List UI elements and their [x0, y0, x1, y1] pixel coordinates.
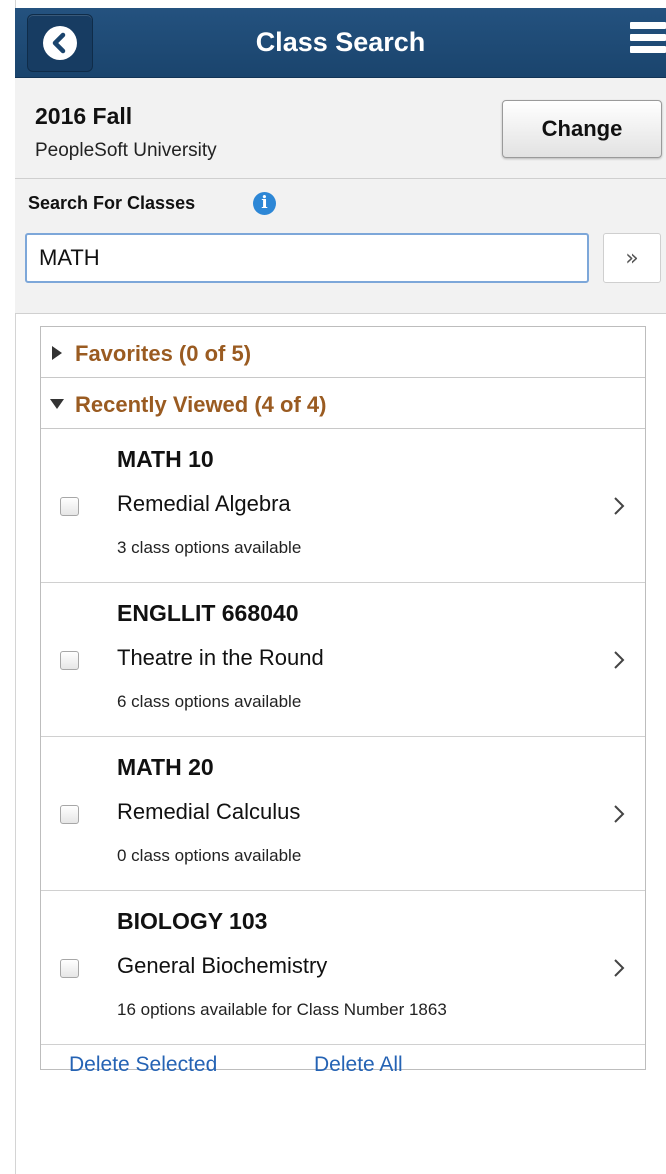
page-title: Class Search — [255, 27, 426, 57]
class-code: ENGLLIT 668040 — [117, 600, 299, 626]
institution-name: PeopleSoft University — [35, 140, 217, 161]
term-name: 2016 Fall — [35, 103, 133, 129]
select-checkbox[interactable] — [60, 805, 79, 824]
hamburger-menu-icon[interactable] — [630, 22, 666, 60]
list-item[interactable]: BIOLOGY 103 General Biochemistry 16 opti… — [41, 891, 645, 1045]
list-item[interactable]: ENGLLIT 668040 Theatre in the Round 6 cl… — [41, 583, 645, 737]
triangle-right-icon — [52, 346, 62, 360]
change-term-button[interactable]: Change — [502, 100, 662, 158]
list-actions: Delete Selected Delete All — [41, 1043, 645, 1083]
list-item[interactable]: MATH 10 Remedial Algebra 3 class options… — [41, 429, 645, 583]
class-code: MATH 20 — [117, 754, 214, 780]
search-input[interactable] — [25, 233, 589, 283]
chevron-right-icon[interactable] — [613, 957, 625, 979]
term-header: 2016 Fall PeopleSoft University Change — [15, 78, 666, 179]
back-icon — [43, 26, 77, 60]
top-navigation-bar: Class Search — [15, 8, 666, 78]
delete-all-link[interactable]: Delete All — [314, 1053, 403, 1077]
search-section: Search For Classes i » — [15, 179, 666, 314]
search-label: Search For Classes — [28, 193, 196, 213]
class-code: MATH 10 — [117, 446, 214, 472]
list-item[interactable]: MATH 20 Remedial Calculus 0 class option… — [41, 737, 645, 891]
class-title: Remedial Algebra — [117, 491, 291, 516]
chevron-right-icon[interactable] — [613, 495, 625, 517]
left-edge — [0, 0, 16, 1174]
class-code: BIOLOGY 103 — [117, 908, 268, 934]
info-icon[interactable]: i — [253, 192, 276, 215]
class-options: 0 class options available — [117, 846, 302, 865]
class-options: 6 class options available — [117, 692, 302, 711]
recent-classes-panel: Favorites (0 of 5) Recently Viewed (4 of… — [40, 326, 646, 1076]
delete-selected-link[interactable]: Delete Selected — [69, 1053, 217, 1077]
select-checkbox[interactable] — [60, 651, 79, 670]
chevron-right-icon[interactable] — [613, 649, 625, 671]
class-title: Remedial Calculus — [117, 799, 301, 824]
search-go-button[interactable]: » — [603, 233, 661, 283]
recently-viewed-label: Recently Viewed (4 of 4) — [75, 392, 327, 417]
class-title: Theatre in the Round — [117, 645, 324, 670]
class-options: 16 options available for Class Number 18… — [117, 1000, 447, 1019]
favorites-label: Favorites (0 of 5) — [75, 341, 252, 366]
class-title: General Biochemistry — [117, 953, 328, 978]
select-checkbox[interactable] — [60, 959, 79, 978]
favorites-group-header[interactable]: Favorites (0 of 5) — [41, 327, 645, 378]
chevron-right-icon[interactable] — [613, 803, 625, 825]
back-button[interactable] — [27, 14, 93, 72]
triangle-down-icon — [50, 399, 64, 409]
class-options: 3 class options available — [117, 538, 302, 557]
select-checkbox[interactable] — [60, 497, 79, 516]
recently-viewed-group-header[interactable]: Recently Viewed (4 of 4) — [41, 378, 645, 429]
